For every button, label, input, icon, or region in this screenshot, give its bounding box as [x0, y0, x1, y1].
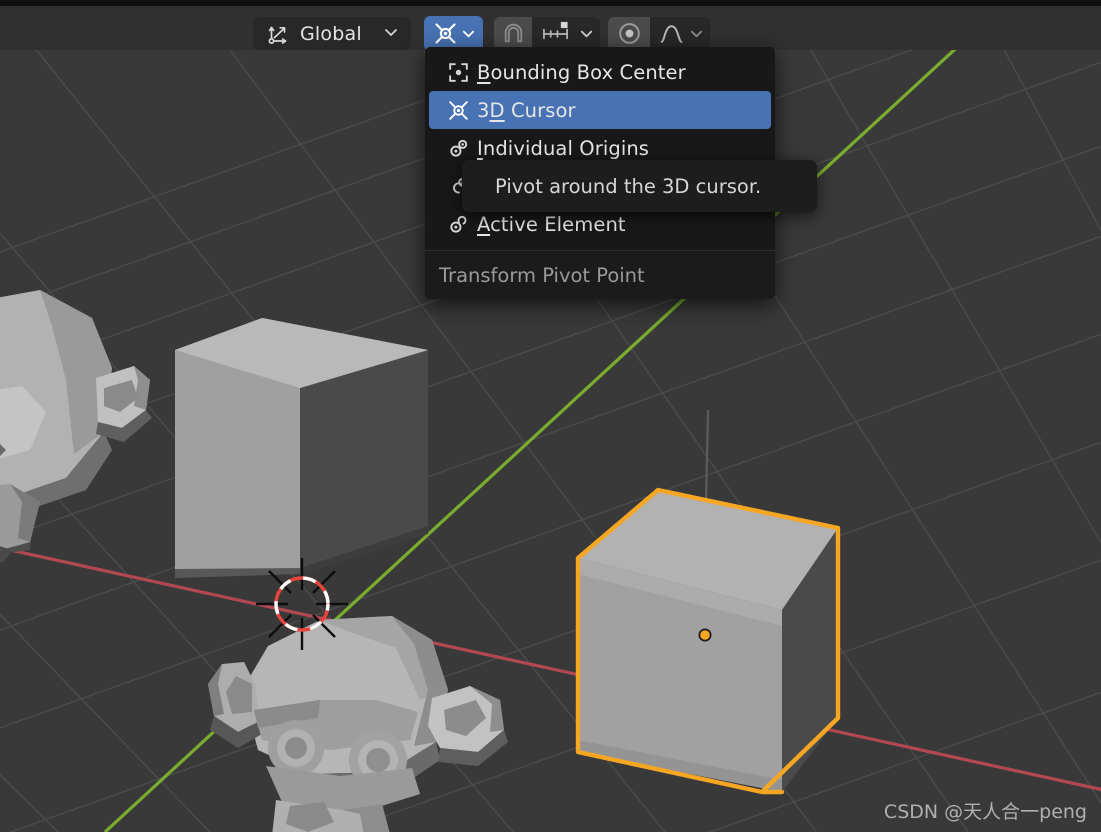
- chevron-down-icon: [461, 26, 476, 41]
- chevron-down-icon: [383, 24, 399, 44]
- menu-item-label: Active Element: [477, 212, 626, 236]
- snap-increment-icon: [540, 20, 573, 47]
- proportional-falloff-dropdown[interactable]: [650, 20, 710, 47]
- watermark-text: CSDN @天人合一peng: [883, 801, 1087, 823]
- chevron-down-icon: [689, 26, 704, 41]
- menu-item-label: Individual Origins: [477, 136, 650, 160]
- menu-item-3d-cursor[interactable]: 3D Cursor: [429, 91, 771, 129]
- blender-window: CSDN @天人合一peng Global Bounding Box Cente…: [0, 0, 1101, 832]
- object-cube-left[interactable]: [175, 318, 428, 578]
- pivot-bounding-box-icon: [439, 60, 477, 85]
- pivot-individual-origins-icon: [439, 136, 477, 161]
- transform-orientation-label: Global: [300, 22, 362, 45]
- smooth-falloff-curve-icon: [658, 20, 685, 47]
- magnet-icon: [501, 21, 526, 46]
- pivot-3d-cursor-icon: [439, 98, 477, 123]
- snapping-controls-group: [494, 17, 600, 50]
- tooltip-text: Pivot around the 3D cursor.: [495, 174, 762, 198]
- viewport-header-bar: Global: [0, 6, 1101, 51]
- menu-item-bounding-box-center[interactable]: Bounding Box Center: [429, 53, 771, 91]
- tooltip: Pivot around the 3D cursor.: [462, 160, 817, 212]
- pivot-3d-cursor-icon: [432, 20, 459, 47]
- proportional-editing-group: [608, 17, 710, 50]
- transform-orientation-icon: [266, 21, 292, 47]
- transform-pivot-point-dropdown[interactable]: [424, 16, 483, 51]
- menu-title: Transform Pivot Point: [439, 263, 645, 287]
- pivot-menu-items: Bounding Box Center 3D Cursor Individual…: [425, 47, 775, 247]
- menu-item-label: 3D Cursor: [477, 98, 576, 122]
- pivot-active-element-icon: [439, 212, 477, 237]
- menu-title-footer: Transform Pivot Point: [425, 251, 775, 299]
- chevron-down-icon: [579, 26, 594, 41]
- proportional-editing-icon: [616, 20, 643, 47]
- proportional-editing-toggle[interactable]: [608, 17, 650, 50]
- snap-mode-dropdown[interactable]: [532, 20, 600, 47]
- object-origin-dot: [698, 628, 712, 642]
- transform-orientation-dropdown[interactable]: Global: [253, 17, 411, 50]
- menu-item-label: Bounding Box Center: [477, 60, 686, 84]
- snap-magnet-toggle[interactable]: [494, 17, 532, 50]
